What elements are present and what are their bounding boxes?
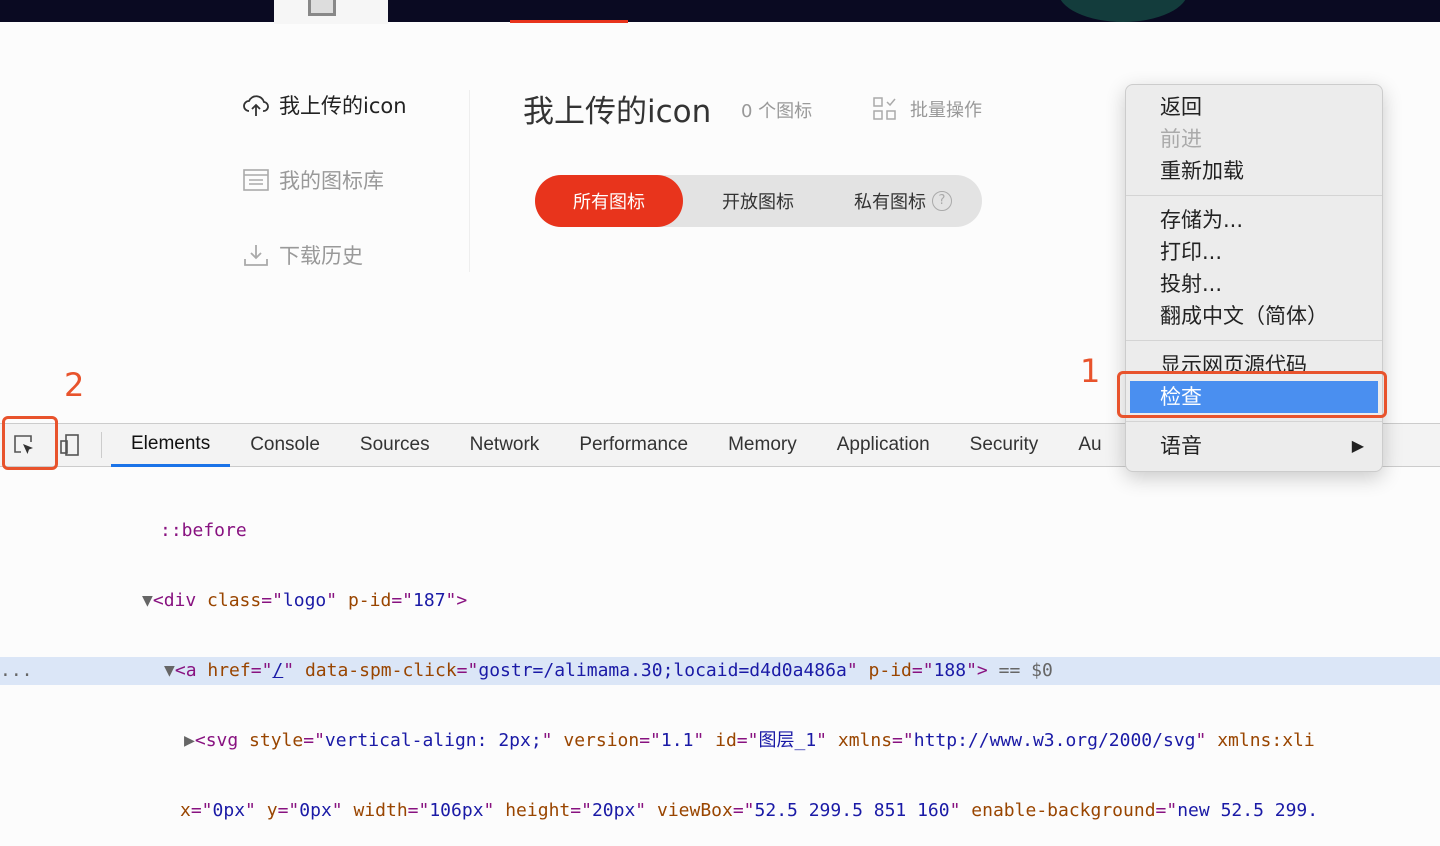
tab-sources[interactable]: Sources bbox=[340, 424, 450, 467]
tab-memory[interactable]: Memory bbox=[708, 424, 817, 467]
elements-tree: ::before ▼<div class="logo" p-id="187"> … bbox=[0, 475, 1440, 846]
divider bbox=[101, 432, 102, 458]
device-icon bbox=[60, 434, 79, 456]
tab-public-icons[interactable]: 开放图标 bbox=[683, 175, 833, 227]
sidebar-item-label: 我的图标库 bbox=[279, 169, 384, 193]
sidebar-item-label: 我上传的icon bbox=[279, 94, 407, 118]
menu-item-print[interactable]: 打印... bbox=[1126, 236, 1382, 268]
tab-audits[interactable]: Au bbox=[1058, 424, 1121, 467]
menu-separator bbox=[1126, 340, 1382, 341]
tab-performance[interactable]: Performance bbox=[559, 424, 708, 467]
sidebar-item-label: 下载历史 bbox=[279, 244, 363, 268]
tab-security[interactable]: Security bbox=[950, 424, 1059, 467]
download-icon bbox=[244, 245, 268, 266]
tab-network[interactable]: Network bbox=[450, 424, 560, 467]
active-nav-indicator bbox=[510, 20, 628, 23]
tab-application[interactable]: Application bbox=[817, 424, 950, 467]
batch-icon bbox=[873, 97, 896, 120]
menu-item-label: 语音 bbox=[1160, 434, 1202, 458]
sidebar-item-uploads[interactable]: 我上传的icon bbox=[242, 90, 407, 120]
batch-label: 批量操作 bbox=[910, 100, 982, 121]
tab-label: 私有图标 bbox=[854, 192, 926, 213]
tab-all-icons[interactable]: 所有图标 bbox=[535, 175, 683, 227]
submenu-arrow-icon: ▶ bbox=[1351, 436, 1364, 455]
logo[interactable] bbox=[274, 0, 388, 24]
annotation-2: 2 bbox=[64, 366, 85, 404]
sidebar-item-downloads[interactable]: 下载历史 bbox=[242, 240, 407, 270]
batch-operation-button[interactable]: 批量操作 bbox=[872, 96, 982, 122]
library-icon bbox=[243, 169, 269, 191]
cloud-upload-icon bbox=[243, 95, 269, 116]
sidebar-item-library[interactable]: 我的图标库 bbox=[242, 165, 407, 195]
annotation-1: 1 bbox=[1080, 352, 1101, 390]
tree-node-continued: x="0px" y="0px" width="106px" height="20… bbox=[180, 800, 1319, 821]
menu-item-cast[interactable]: 投射... bbox=[1126, 268, 1382, 300]
tree-node[interactable]: ▶<svg style="vertical-align: 2px;" versi… bbox=[0, 727, 1440, 755]
page-title: 我上传的icon bbox=[523, 94, 712, 130]
tree-node[interactable]: ::before bbox=[0, 517, 1440, 545]
avatar[interactable] bbox=[1058, 0, 1188, 22]
menu-separator bbox=[1126, 421, 1382, 422]
icon-count: 0 个图标 bbox=[741, 101, 813, 122]
tab-console[interactable]: Console bbox=[230, 424, 340, 467]
tree-node-selected[interactable]: ... ▼<a href="/" data-spm-click="gostr=/a… bbox=[0, 657, 1440, 685]
menu-item-reload[interactable]: 重新加载 bbox=[1126, 155, 1382, 187]
sidebar: 我上传的icon 我的图标库 下载历史 bbox=[242, 90, 407, 315]
menu-item-back[interactable]: 返回 bbox=[1126, 91, 1382, 123]
tab-elements[interactable]: Elements bbox=[111, 424, 231, 467]
menu-item-forward: 前进 bbox=[1160, 127, 1202, 151]
menu-item-speech[interactable]: 语音 ▶ bbox=[1126, 430, 1382, 462]
tab-private-icons[interactable]: 私有图标? bbox=[833, 175, 973, 227]
divider bbox=[469, 90, 470, 272]
tree-node[interactable]: ▼<div class="logo" p-id="187"> bbox=[0, 587, 1440, 615]
pseudo-element: ::before bbox=[160, 520, 247, 541]
menu-separator bbox=[1126, 195, 1382, 196]
annotation-box-inspect bbox=[2, 416, 58, 470]
annotation-box-inspect-menu bbox=[1117, 371, 1387, 418]
site-header bbox=[0, 0, 1440, 24]
menu-item-translate[interactable]: 翻成中文（简体） bbox=[1126, 300, 1382, 332]
help-icon[interactable]: ? bbox=[932, 191, 952, 211]
menu-item-save-as[interactable]: 存储为... bbox=[1126, 204, 1382, 236]
icon-filter-tabs: 所有图标 开放图标 私有图标? bbox=[535, 175, 982, 227]
